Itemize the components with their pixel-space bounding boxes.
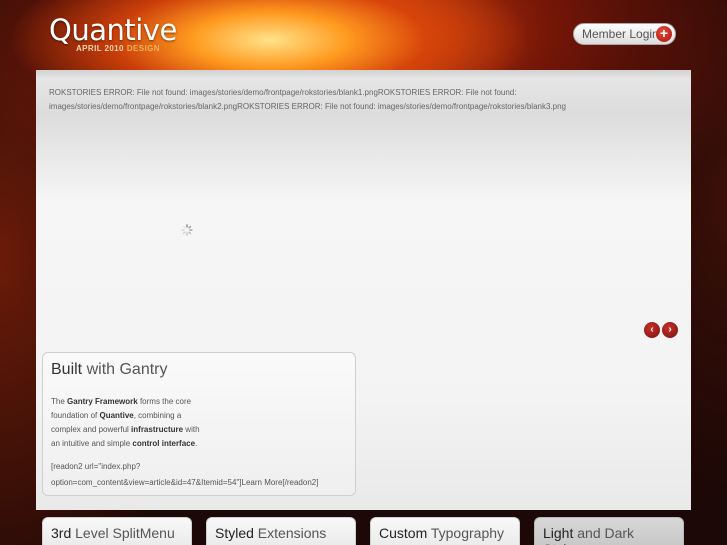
readon-line: [readon2 url="index.php?: [51, 462, 141, 471]
tab-label-strong: 3rd: [51, 525, 72, 541]
loading-spinner-icon: [181, 224, 193, 236]
feature-tab-extensions[interactable]: Styled Extensions: [206, 517, 356, 545]
plus-circle-icon: +: [656, 26, 672, 42]
feature-text: an intuitive and simple: [51, 439, 133, 448]
site-logo[interactable]: Quantive APRIL 2010 DESIGN: [49, 13, 177, 53]
feature-title: Built with Gantry: [51, 361, 347, 379]
tab-label-light: Extensions: [253, 525, 327, 541]
feature-title-light: with Gantry: [86, 361, 168, 378]
tab-label-light: Typography: [427, 525, 505, 541]
feature-box: Built with Gantry The Gantry Framework f…: [42, 352, 356, 496]
feature-text: foundation of: [51, 411, 100, 420]
logo-tagline: APRIL 2010 DESIGN: [76, 44, 160, 53]
feature-text: forms the core: [137, 397, 192, 406]
showcase-panel: ROKSTORIES ERROR: File not found: images…: [36, 70, 691, 510]
readon-shortcode: [readon2 url="index.php? option=com_cont…: [51, 459, 347, 491]
tab-label-strong: Light: [543, 525, 574, 541]
member-login-button[interactable]: Member Login +: [573, 23, 676, 45]
feature-bold: control interface: [132, 439, 196, 448]
feature-body: The Gantry Framework forms the core foun…: [51, 395, 347, 451]
feature-tab-styles[interactable]: Light and Dark Styles: [534, 517, 684, 545]
tab-label-strong: Custom: [379, 525, 428, 541]
feature-text: complex and powerful: [51, 425, 132, 434]
feature-title-strong: Built: [51, 361, 83, 378]
member-login-label: Member Login: [582, 27, 659, 41]
readon-line: option=com_content&view=article&id=47&It…: [51, 478, 319, 487]
rokstories-error-text: ROKSTORIES ERROR: File not found: images…: [49, 88, 566, 111]
feature-bold: Gantry Framework: [67, 397, 138, 406]
feature-tab-splitmenu[interactable]: 3rd Level SplitMenu: [42, 517, 192, 545]
slide-next-button[interactable]: ›: [662, 322, 678, 338]
feature-text: The: [51, 397, 68, 406]
logo-tagline-date: APRIL 2010: [76, 44, 124, 53]
logo-tagline-design: DESIGN: [126, 44, 160, 53]
feature-bold: Quantive: [99, 411, 134, 420]
tab-label-light: Level SplitMenu: [71, 525, 175, 541]
feature-tab-typography[interactable]: Custom Typography: [370, 517, 520, 545]
feature-text: with: [183, 425, 200, 434]
tab-label-strong: Styled: [215, 525, 254, 541]
feature-text: , combining a: [133, 411, 182, 420]
panel-top-bar: [36, 70, 691, 78]
logo-name: Quantive: [49, 13, 177, 47]
slide-prev-button[interactable]: ‹: [644, 322, 660, 338]
feature-text: .: [195, 439, 198, 448]
feature-bold: infrastructure: [131, 425, 184, 434]
